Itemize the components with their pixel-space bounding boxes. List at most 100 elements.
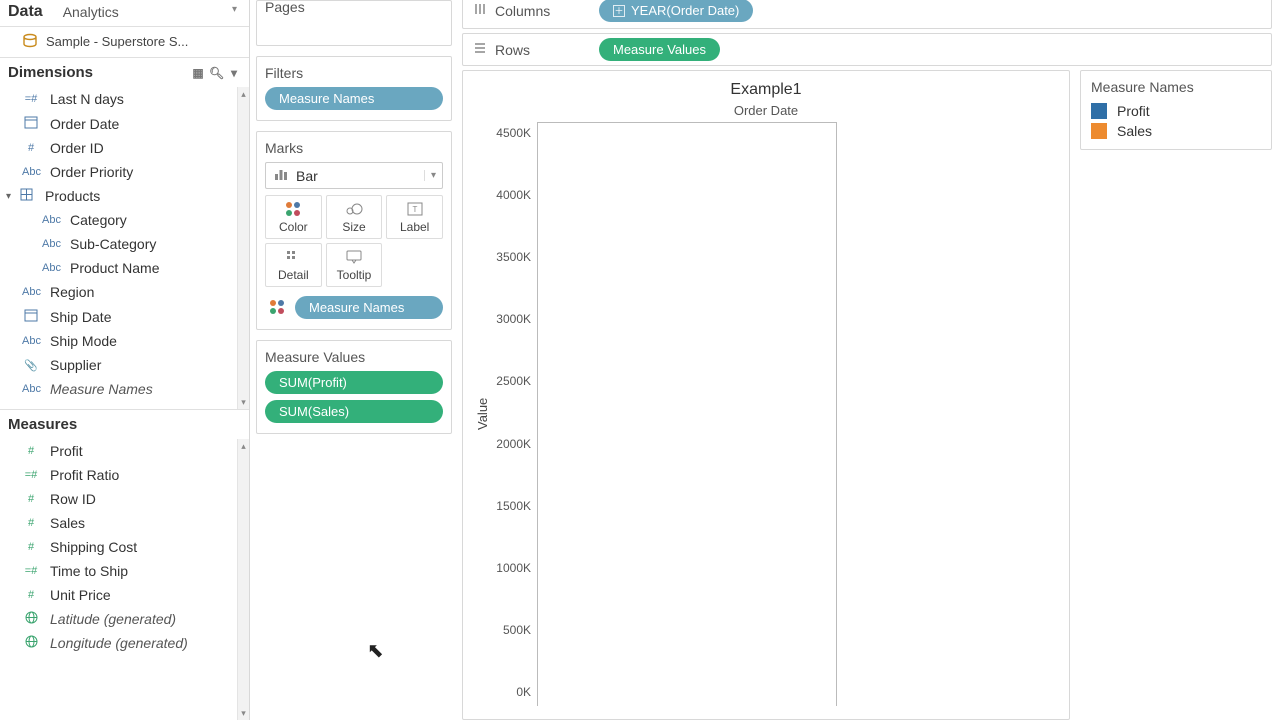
viz-title[interactable]: Example1 bbox=[473, 81, 1059, 99]
columns-shelf[interactable]: Columns ＋ YEAR(Order Date) bbox=[462, 0, 1272, 29]
marks-tooltip-button[interactable]: Tooltip bbox=[326, 243, 383, 287]
pages-label: Pages bbox=[265, 0, 443, 15]
field-name: Order Date bbox=[50, 116, 119, 132]
tooltip-icon bbox=[346, 248, 362, 266]
data-pane: Data Analytics Sample - Superstore S... … bbox=[0, 0, 250, 720]
scrollbar[interactable]: ▴ ▾ bbox=[237, 87, 249, 409]
plot-area[interactable] bbox=[537, 122, 837, 706]
field-type-icon: 📎 bbox=[22, 359, 40, 372]
viz-canvas[interactable]: Example1 Order Date Value 0K500K1000K150… bbox=[462, 70, 1070, 720]
legend-swatch bbox=[1091, 103, 1107, 119]
pages-shelf[interactable]: Pages bbox=[256, 0, 452, 46]
dimension-list: =#Last N days Order Date #Order IDAbcOrder… bbox=[0, 87, 237, 409]
chevron-down-icon: ▾ bbox=[424, 170, 436, 181]
scroll-up-icon[interactable]: ▴ bbox=[241, 87, 246, 101]
field-name: Supplier bbox=[50, 357, 101, 373]
y-tick: 4000K bbox=[496, 188, 531, 202]
dimension-field[interactable]: AbcSub-Category bbox=[0, 232, 237, 256]
rows-shelf[interactable]: Rows Measure Values bbox=[462, 33, 1272, 66]
measure-values-shelf[interactable]: Measure Values SUM(Profit) SUM(Sales) bbox=[256, 340, 452, 434]
measure-field[interactable]: #Unit Price bbox=[0, 583, 237, 607]
scroll-up-icon[interactable]: ▴ bbox=[241, 439, 246, 453]
measure-field[interactable]: #Row ID bbox=[0, 487, 237, 511]
field-type-icon: Abc bbox=[42, 238, 60, 250]
size-icon bbox=[345, 200, 363, 218]
dimension-field[interactable]: AbcProduct Name bbox=[0, 256, 237, 280]
field-type-icon: =# bbox=[22, 565, 40, 577]
marks-color-button[interactable]: Color bbox=[265, 195, 322, 239]
dimension-field[interactable]: AbcMeasure Names bbox=[0, 377, 237, 401]
marks-size-button[interactable]: Size bbox=[326, 195, 383, 239]
y-tick: 1000K bbox=[496, 561, 531, 575]
measure-field[interactable]: Longitude (generated) bbox=[0, 631, 237, 655]
y-tick: 2000K bbox=[496, 437, 531, 451]
measure-field[interactable]: =#Profit Ratio bbox=[0, 463, 237, 487]
measure-field[interactable]: =# Time to Ship bbox=[0, 559, 237, 583]
measure-field[interactable]: #Profit bbox=[0, 439, 237, 463]
legend-label: Profit bbox=[1117, 103, 1150, 119]
dimension-field[interactable]: =#Last N days bbox=[0, 87, 237, 111]
field-type-icon: Abc bbox=[42, 262, 60, 274]
mv-pill-sum-profit[interactable]: SUM(Profit) bbox=[265, 371, 443, 394]
rows-icon bbox=[473, 41, 487, 58]
marks-color-pill[interactable]: Measure Names bbox=[295, 296, 443, 319]
field-name: Last N days bbox=[50, 91, 124, 107]
field-name: Ship Date bbox=[50, 309, 111, 325]
dimension-field[interactable]: AbcCategory bbox=[0, 208, 237, 232]
y-axis-ticks: 0K500K1000K1500K2000K2500K3000K3500K4000… bbox=[492, 122, 537, 706]
filters-shelf[interactable]: Filters Measure Names bbox=[256, 56, 452, 121]
data-tab[interactable]: Data bbox=[8, 3, 43, 21]
svg-text:T: T bbox=[412, 205, 417, 214]
measure-values-label: Measure Values bbox=[265, 349, 443, 365]
y-tick: 3000K bbox=[496, 312, 531, 326]
dimension-field[interactable]: Order Date bbox=[0, 111, 237, 136]
rows-pill-measure-values[interactable]: Measure Values bbox=[599, 38, 720, 61]
rows-pill-text: Measure Values bbox=[613, 42, 706, 57]
marks-label-button[interactable]: T Label bbox=[386, 195, 443, 239]
field-type-icon bbox=[22, 308, 40, 325]
measure-field[interactable]: #Sales bbox=[0, 511, 237, 535]
y-tick: 500K bbox=[503, 623, 531, 637]
filter-pill-measure-names[interactable]: Measure Names bbox=[265, 87, 443, 110]
marks-card: Marks Bar ▾ Color Size bbox=[256, 131, 452, 330]
bar-chart-icon bbox=[274, 167, 288, 184]
field-type-icon bbox=[17, 188, 35, 204]
scrollbar[interactable]: ▴ ▾ bbox=[237, 439, 249, 720]
columns-pill-year-order-date[interactable]: ＋ YEAR(Order Date) bbox=[599, 0, 753, 22]
list-view-icon[interactable]: ▦ bbox=[191, 66, 205, 80]
marks-type-select[interactable]: Bar ▾ bbox=[265, 162, 443, 189]
y-tick: 4500K bbox=[496, 126, 531, 140]
y-axis-title: Value bbox=[473, 122, 492, 706]
marks-color-label: Color bbox=[279, 220, 308, 234]
scroll-down-icon[interactable]: ▾ bbox=[241, 395, 246, 409]
legend-card[interactable]: Measure Names ProfitSales bbox=[1080, 70, 1272, 150]
collapse-icon[interactable]: ▾ bbox=[6, 191, 11, 202]
measure-field[interactable]: Latitude (generated) bbox=[0, 607, 237, 631]
dimension-field[interactable]: AbcOrder Priority bbox=[0, 160, 237, 184]
measure-field[interactable]: #Shipping Cost bbox=[0, 535, 237, 559]
dimension-field[interactable]: AbcRegion bbox=[0, 280, 237, 304]
legend-item[interactable]: Sales bbox=[1091, 121, 1261, 141]
legend-item[interactable]: Profit bbox=[1091, 101, 1261, 121]
dimension-field[interactable]: 📎 Supplier bbox=[0, 353, 237, 377]
field-name: Time to Ship bbox=[50, 563, 128, 579]
field-name: Shipping Cost bbox=[50, 539, 137, 555]
analytics-dropdown[interactable]: Analytics bbox=[63, 2, 241, 22]
mv-pill-sum-sales[interactable]: SUM(Sales) bbox=[265, 400, 443, 423]
marks-detail-button[interactable]: Detail bbox=[265, 243, 322, 287]
dimension-field[interactable]: ▾Products bbox=[0, 184, 237, 208]
datasource-icon bbox=[22, 33, 38, 49]
field-name: Longitude (generated) bbox=[50, 635, 188, 651]
marks-size-label: Size bbox=[342, 220, 365, 234]
field-type-icon: Abc bbox=[22, 335, 40, 347]
dimension-field[interactable]: #Order ID bbox=[0, 136, 237, 160]
search-icon[interactable]: 🔍︎ bbox=[209, 66, 223, 80]
dimensions-heading: Dimensions bbox=[8, 64, 93, 81]
field-type-icon: Abc bbox=[42, 214, 60, 226]
dimension-field[interactable]: AbcShip Mode bbox=[0, 329, 237, 353]
field-name: Measure Names bbox=[50, 381, 153, 397]
dimension-field[interactable]: Ship Date bbox=[0, 304, 237, 329]
menu-caret-icon[interactable]: ▾ bbox=[227, 66, 241, 80]
datasource-row[interactable]: Sample - Superstore S... bbox=[0, 27, 249, 58]
scroll-down-icon[interactable]: ▾ bbox=[241, 706, 246, 720]
